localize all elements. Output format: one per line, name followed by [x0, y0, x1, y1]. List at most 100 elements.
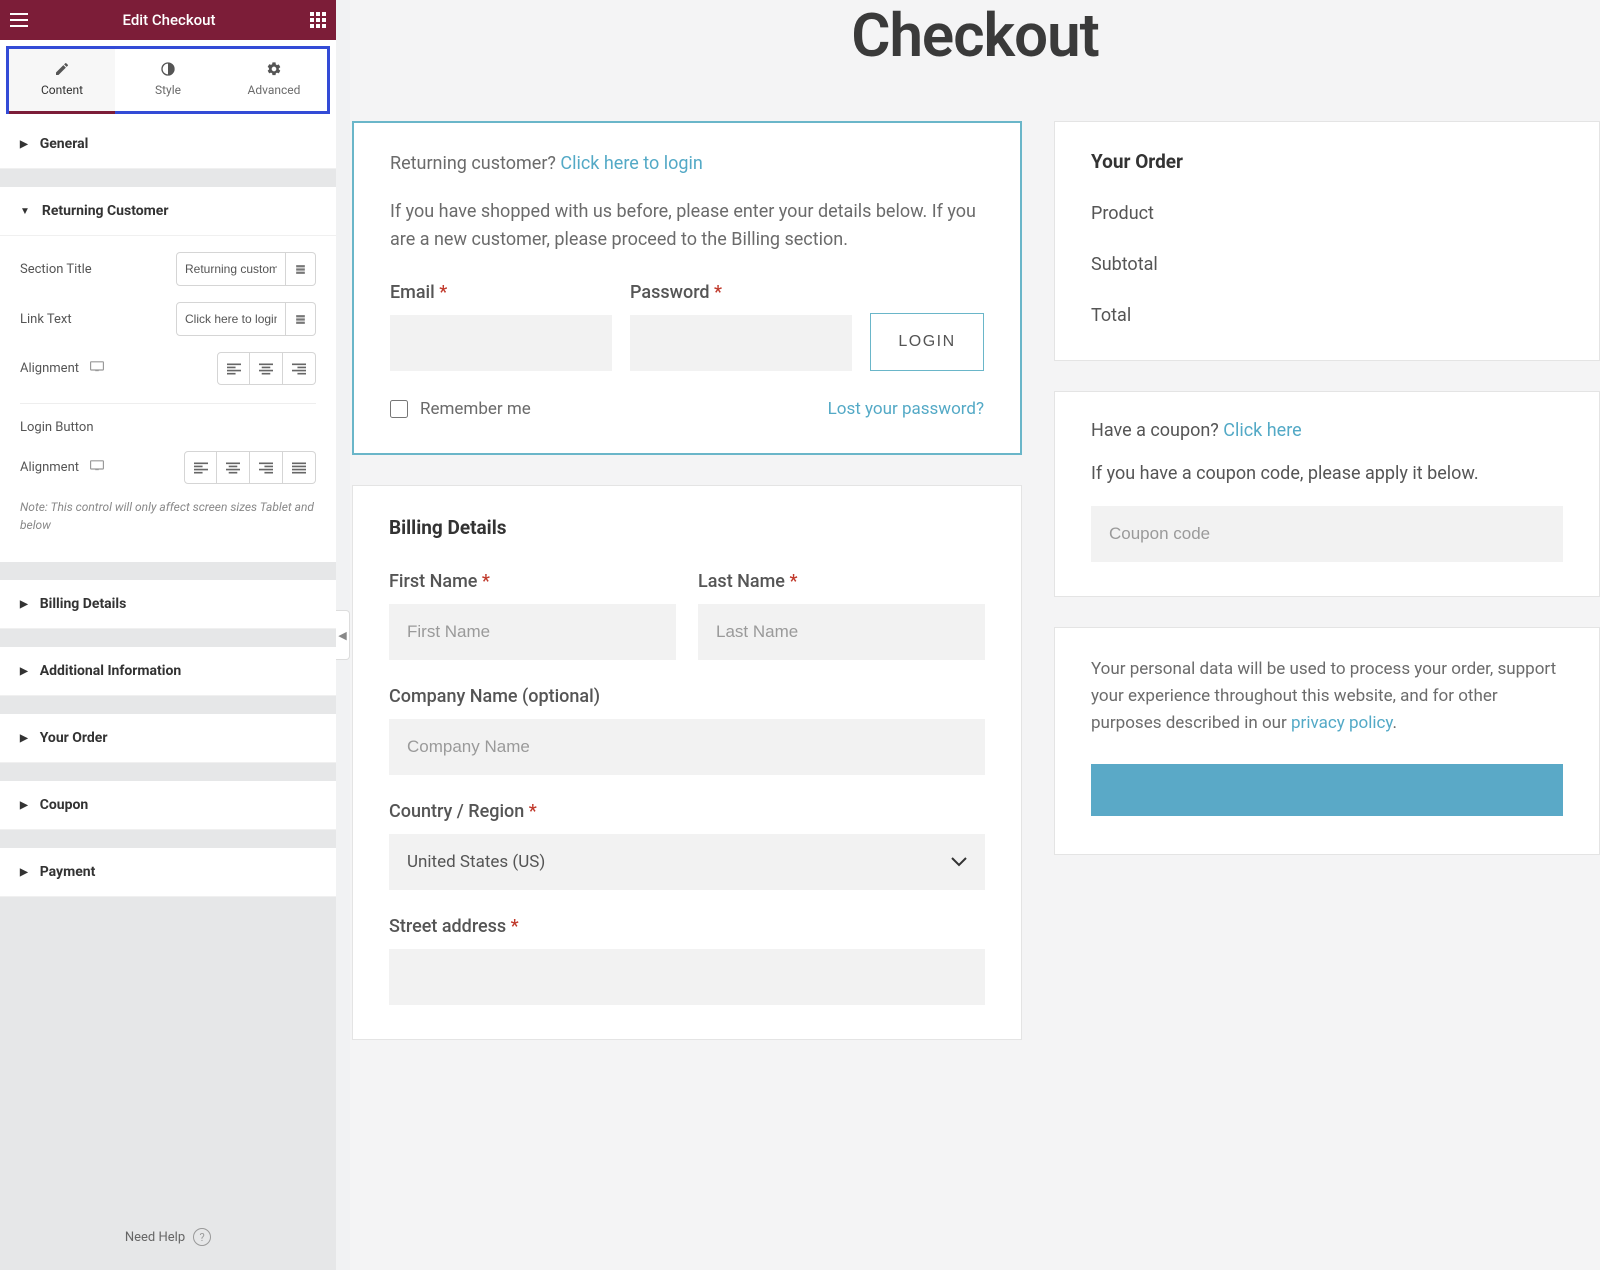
apps-icon[interactable] [310, 12, 326, 28]
privacy-text: Your personal data will be used to proce… [1091, 656, 1563, 738]
section-label: Additional Information [40, 663, 182, 679]
section-returning-customer[interactable]: ▼ Returning Customer [0, 187, 336, 236]
section-additional-information[interactable]: ▶ Additional Information [0, 647, 336, 696]
remember-me-label[interactable]: Remember me [390, 399, 531, 419]
order-summary-card: Your Order Product Subtotal Total [1054, 121, 1600, 361]
control-label: Alignment [20, 460, 104, 475]
tabs-highlight: Content Style Advanced [0, 40, 336, 120]
caret-right-icon: ▶ [20, 666, 28, 677]
collapse-sidebar-button[interactable]: ◀ [336, 610, 350, 660]
section-label: Returning Customer [42, 203, 169, 219]
control-link-text: Link Text [20, 286, 316, 336]
section-label: Your Order [40, 730, 108, 746]
returning-line: Returning customer? Click here to login [390, 153, 984, 174]
first-name-label: First Name * [389, 571, 676, 592]
login-button-heading: Login Button [20, 404, 316, 435]
coupon-card: Have a coupon? Click here If you have a … [1054, 391, 1600, 597]
login-alignment-choices [184, 451, 316, 484]
place-order-button[interactable] [1091, 764, 1563, 816]
sidebar-footer[interactable]: Need Help ? [0, 1204, 336, 1270]
section-billing-details[interactable]: ▶ Billing Details [0, 580, 336, 629]
password-label: Password * [630, 282, 852, 303]
privacy-policy-link[interactable]: privacy policy [1291, 713, 1393, 733]
coupon-instructions: If you have a coupon code, please apply … [1091, 463, 1563, 484]
responsive-icon[interactable] [90, 361, 104, 372]
control-alignment: Alignment [20, 336, 316, 385]
preview-canvas: Checkout Returning customer? Click here … [350, 0, 1600, 1270]
help-icon: ? [193, 1228, 211, 1246]
coupon-toggle-link[interactable]: Click here [1223, 420, 1301, 441]
section-label: General [40, 136, 89, 152]
billing-heading: Billing Details [389, 516, 985, 539]
align-center-button[interactable] [217, 451, 250, 484]
control-section-title: Section Title [20, 236, 316, 286]
street-field[interactable] [389, 949, 985, 1005]
menu-icon[interactable] [10, 13, 28, 27]
company-field[interactable] [389, 719, 985, 775]
tab-advanced[interactable]: Advanced [221, 49, 327, 111]
country-label: Country / Region * [389, 801, 985, 822]
align-left-button[interactable] [217, 352, 250, 385]
last-name-field[interactable] [698, 604, 985, 660]
caret-down-icon: ▼ [20, 206, 30, 217]
tab-style-label: Style [155, 83, 181, 97]
section-coupon[interactable]: ▶ Coupon [0, 781, 336, 830]
returning-customer-card[interactable]: Returning customer? Click here to login … [352, 121, 1022, 455]
section-title-input[interactable] [176, 252, 286, 286]
section-your-order[interactable]: ▶ Your Order [0, 714, 336, 763]
caret-right-icon: ▶ [20, 867, 28, 878]
sidebar-header: Edit Checkout [0, 0, 336, 40]
caret-right-icon: ▶ [20, 599, 28, 610]
align-right-button[interactable] [250, 451, 283, 484]
align-center-button[interactable] [250, 352, 283, 385]
payment-card: Your personal data will be used to proce… [1054, 627, 1600, 855]
dynamic-tags-button[interactable] [286, 302, 316, 336]
returning-instructions: If you have shopped with us before, plea… [390, 198, 984, 254]
section-payment[interactable]: ▶ Payment [0, 848, 336, 897]
order-heading: Your Order [1091, 150, 1563, 173]
last-name-label: Last Name * [698, 571, 985, 592]
editor-sidebar: Edit Checkout Content Style Advanced [0, 0, 336, 1270]
caret-right-icon: ▶ [20, 733, 28, 744]
align-justify-button[interactable] [283, 451, 316, 484]
coupon-code-field[interactable] [1091, 506, 1563, 562]
first-name-field[interactable] [389, 604, 676, 660]
alignment-choices [217, 352, 316, 385]
dynamic-tags-button[interactable] [286, 252, 316, 286]
login-toggle-link[interactable]: Click here to login [560, 153, 702, 174]
company-label: Company Name (optional) [389, 686, 985, 707]
login-button[interactable]: LOGIN [870, 313, 984, 371]
order-total-row: Total [1091, 305, 1563, 326]
password-field[interactable] [630, 315, 852, 371]
responsive-icon[interactable] [90, 460, 104, 471]
section-label: Coupon [40, 797, 89, 813]
link-text-input[interactable] [176, 302, 286, 336]
order-product-row: Product [1091, 203, 1563, 224]
lost-password-link[interactable]: Lost your password? [828, 399, 984, 419]
country-select[interactable]: United States (US) [389, 834, 985, 890]
control-label: Link Text [20, 312, 72, 327]
section-general[interactable]: ▶ General [0, 120, 336, 169]
need-help-label: Need Help [125, 1230, 185, 1245]
control-note: Note: This control will only affect scre… [20, 484, 316, 544]
caret-right-icon: ▶ [20, 800, 28, 811]
tab-style[interactable]: Style [115, 49, 221, 111]
align-right-button[interactable] [283, 352, 316, 385]
control-login-alignment: Alignment [20, 435, 316, 484]
email-field[interactable] [390, 315, 612, 371]
email-label: Email * [390, 282, 612, 303]
page-title: Checkout [350, 0, 1600, 121]
remember-me-checkbox[interactable] [390, 400, 408, 418]
caret-right-icon: ▶ [20, 139, 28, 150]
control-label: Alignment [20, 361, 104, 376]
tab-content-label: Content [41, 83, 83, 97]
align-left-button[interactable] [184, 451, 217, 484]
street-label: Street address * [389, 916, 985, 937]
tab-advanced-label: Advanced [248, 83, 301, 97]
panel-scroll: ▶ General ▼ Returning Customer Section T… [0, 120, 336, 1204]
control-label: Section Title [20, 262, 92, 277]
sidebar-title: Edit Checkout [123, 11, 216, 29]
section-label: Billing Details [40, 596, 127, 612]
returning-controls: Section Title Link Text [0, 236, 336, 562]
tab-content[interactable]: Content [9, 49, 115, 111]
